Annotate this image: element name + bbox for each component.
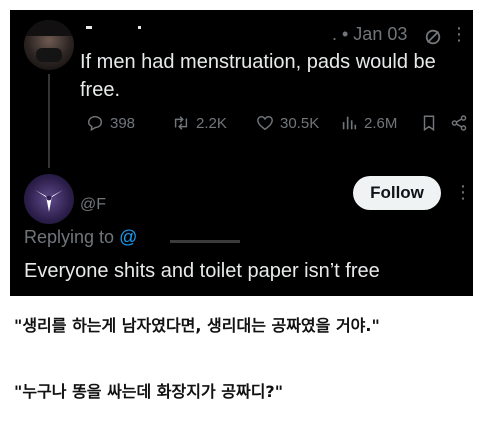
views-icon (342, 116, 357, 130)
follow-button[interactable]: Follow (353, 176, 441, 210)
more-icon-reply[interactable]: ⋮ (454, 182, 472, 203)
replying-to-label: Replying to (24, 227, 120, 247)
more-icon[interactable]: ⋮ (450, 25, 468, 43)
retweet-action[interactable]: 2.2K (172, 114, 227, 132)
like-icon (257, 115, 273, 131)
tweet-actions: 398 2.2K 30.5K 2.6M (80, 114, 470, 138)
reply-action[interactable]: 398 (86, 114, 135, 132)
views-count: 2.6M (364, 114, 398, 132)
author-avatar[interactable] (24, 20, 74, 70)
reply-author-handle[interactable]: @F (80, 196, 106, 214)
tweet-date[interactable]: . • Jan 03 (332, 24, 407, 45)
reply-text: Everyone shits and toilet paper isn’t fr… (24, 260, 380, 282)
reply-author-avatar[interactable] (24, 174, 74, 224)
retweet-count: 2.2K (196, 114, 227, 132)
bookmark-icon (423, 115, 435, 132)
like-count: 30.5K (280, 114, 320, 132)
share-icon (451, 115, 467, 131)
caption-translation-2: "누구나 똥을 싸는데 화장지가 공짜디?" (14, 382, 284, 401)
views-action[interactable]: 2.6M (340, 114, 397, 132)
reply-icon (87, 115, 103, 132)
replying-to: Replying to @ (24, 227, 137, 248)
author-name-redacted-2 (138, 26, 141, 29)
tweet-screenshot: . • Jan 03 ⋮ If men had menstruation, pa… (10, 10, 473, 296)
author-name-redacted (86, 26, 92, 29)
tweet-text: If men had menstruation, pads would be f… (80, 51, 436, 101)
retweet-icon (174, 116, 188, 130)
caption-translation-1: "생리를 하는게 남자였다면, 생리대는 공짜였을 거야." (14, 316, 380, 335)
replying-user-redacted (170, 240, 240, 243)
bookmark-action[interactable] (420, 114, 438, 132)
thread-line (48, 74, 50, 168)
reply-count: 398 (110, 114, 136, 132)
replying-to-user[interactable]: @ (119, 227, 137, 247)
share-action[interactable] (450, 114, 468, 132)
like-action[interactable]: 30.5K (256, 114, 319, 132)
grok-icon[interactable] (424, 28, 442, 46)
